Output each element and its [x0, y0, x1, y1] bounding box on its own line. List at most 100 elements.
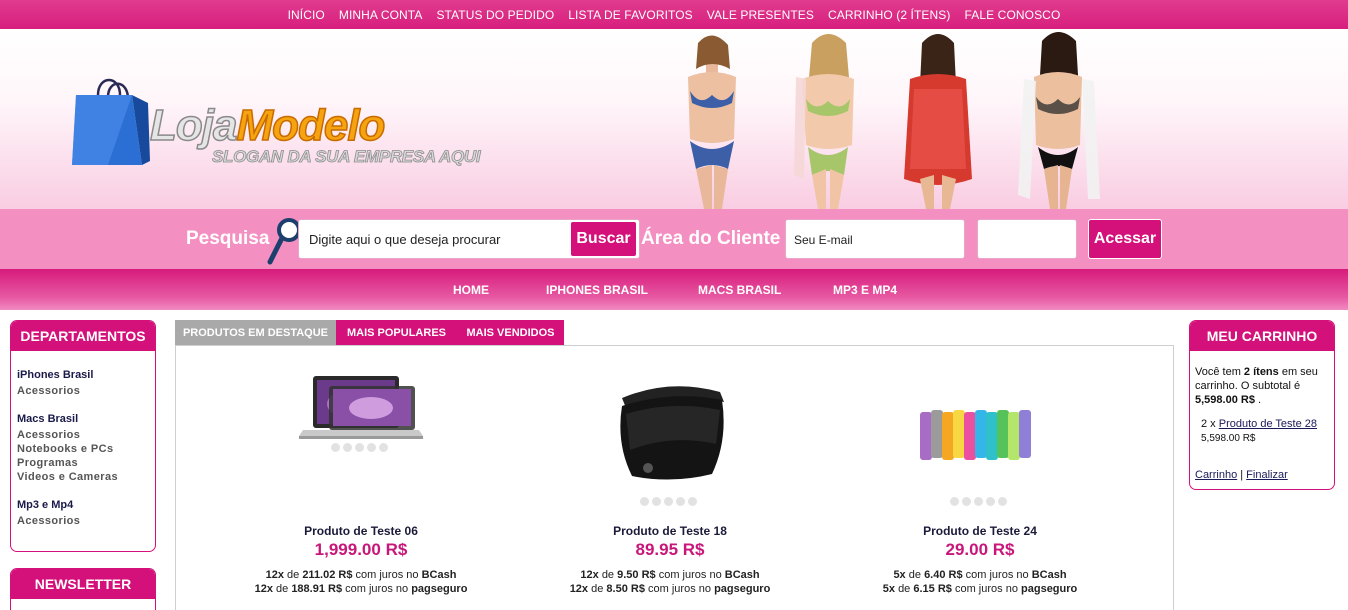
cart-item-link[interactable]: Produto de Teste 28: [1219, 418, 1317, 430]
top-nav-fale-conosco[interactable]: FALE CONOSCO: [958, 8, 1068, 22]
dept-macs-brasil[interactable]: Macs Brasil: [17, 413, 155, 425]
login-button[interactable]: Acessar: [1088, 219, 1162, 259]
sock-cases-image[interactable]: [920, 408, 1040, 462]
star-icon: [950, 497, 959, 506]
star-icon: [974, 497, 983, 506]
top-nav-vale-presentes[interactable]: VALE PRESENTES: [700, 8, 821, 22]
dept-sub-item[interactable]: Acessorios: [17, 428, 155, 442]
star-icon: [640, 497, 649, 506]
star-icon: [998, 497, 1007, 506]
dept-sub-item[interactable]: Acessorios: [17, 514, 155, 528]
menu-iphones-brasil[interactable]: IPHONES BRASIL: [546, 283, 648, 297]
logo-word-modelo: Modelo: [236, 100, 386, 151]
rating-stars: [331, 443, 388, 452]
product-name[interactable]: Produto de Teste 24: [860, 524, 1100, 538]
installment-line: 12x de 188.91 R$ com juros no pagseguro: [241, 582, 481, 596]
dept-sub-item[interactable]: Videos e Cameras: [17, 470, 155, 484]
dept-sub-item[interactable]: Programas: [17, 456, 155, 470]
search-placeholder: Digite aqui o que deseja procurar: [309, 232, 501, 247]
cart-count: 2 ítens: [1243, 366, 1279, 378]
product-name[interactable]: Produto de Teste 18: [550, 524, 790, 538]
email-placeholder: Seu E-mail: [794, 233, 853, 247]
cart-actions: Carrinho | Finalizar: [1195, 468, 1329, 482]
star-icon: [343, 443, 352, 452]
departments-panel: DEPARTAMENTOS iPhones Brasil Acessorios …: [10, 320, 156, 552]
model-figure: [904, 34, 972, 209]
cart-subtotal: 5,598.00 R$: [1195, 394, 1255, 406]
logo-word-loja: Loja: [149, 100, 238, 151]
inst-text: com juros no: [658, 569, 722, 581]
header-banner: LojaModelo SLOGAN DA SUA EMPRESA AQUI: [0, 29, 1348, 209]
shopping-bag-icon[interactable]: [70, 73, 150, 169]
inst-count: 12x: [254, 583, 273, 595]
inst-de: de: [276, 583, 289, 595]
laptop-image[interactable]: [299, 374, 423, 440]
tab-mais-vendidos[interactable]: MAIS VENDIDOS: [457, 320, 564, 345]
email-field[interactable]: Seu E-mail: [785, 219, 965, 259]
inst-de: de: [898, 583, 911, 595]
inst-value: 6.40 R$: [924, 569, 963, 581]
cart-item-qty: 2 x: [1201, 418, 1216, 430]
cart-text: Você tem: [1195, 366, 1241, 378]
newsletter-title: NEWSLETTER: [11, 569, 155, 603]
product-card: Produto de Teste 18 89.95 R$ 12x de 9.50…: [550, 346, 790, 610]
tab-mais-populares[interactable]: MAIS POPULARES: [336, 320, 457, 345]
logo[interactable]: LojaModelo: [149, 100, 386, 151]
star-icon: [652, 497, 661, 506]
installment-line: 12x de 8.50 R$ com juros no pagseguro: [550, 582, 790, 596]
inst-gateway: BCash: [724, 569, 760, 581]
top-nav-inicio[interactable]: INÍCIO: [281, 8, 332, 22]
inst-value: 211.02 R$: [302, 569, 353, 581]
cart-title: MEU CARRINHO: [1190, 321, 1334, 355]
product-price: 29.00 R$: [945, 540, 1015, 559]
bag-image[interactable]: [612, 384, 728, 484]
inst-text: com juros no: [954, 583, 1018, 595]
logo-slogan: SLOGAN DA SUA EMPRESA AQUI: [212, 147, 481, 167]
search-button[interactable]: Buscar: [570, 221, 637, 257]
page: INÍCIO MINHA CONTA STATUS DO PEDIDO LIST…: [0, 0, 1348, 610]
star-icon: [688, 497, 697, 506]
inst-gateway: pagseguro: [714, 583, 771, 595]
top-nav-minha-conta[interactable]: MINHA CONTA: [332, 8, 430, 22]
star-icon: [986, 497, 995, 506]
menu-macs-brasil[interactable]: MACS BRASIL: [698, 283, 781, 297]
tab-produtos-destaque[interactable]: PRODUTOS EM DESTAQUE: [175, 320, 336, 345]
checkout-link[interactable]: Finalizar: [1246, 469, 1288, 481]
installment-line: 5x de 6.15 R$ com juros no pagseguro: [860, 582, 1100, 596]
inst-count: 12x: [265, 569, 284, 581]
dept-sub-item[interactable]: Acessorios: [17, 384, 155, 398]
top-nav-favoritos[interactable]: LISTA DE FAVORITOS: [561, 8, 700, 22]
cart-dot: .: [1258, 394, 1262, 406]
departments-list: iPhones Brasil Acessorios Macs Brasil Ac…: [11, 355, 155, 528]
inst-count: 5x: [893, 569, 906, 581]
inst-value: 8.50 R$: [606, 583, 645, 595]
dept-sub-item[interactable]: Notebooks e PCs: [17, 442, 155, 456]
inst-gateway: pagseguro: [1021, 583, 1078, 595]
rating-stars: [950, 497, 1007, 506]
inst-de: de: [591, 583, 604, 595]
star-icon: [962, 497, 971, 506]
inst-text: com juros no: [965, 569, 1029, 581]
product-price: 1,999.00 R$: [314, 540, 408, 559]
password-field[interactable]: [977, 219, 1077, 259]
top-nav-carrinho[interactable]: CARRINHO (2 ÍTENS): [821, 8, 957, 22]
inst-value: 188.91 R$: [291, 583, 343, 595]
menu-mp3-mp4[interactable]: MP3 E MP4: [833, 283, 897, 297]
star-icon: [676, 497, 685, 506]
inst-text: com juros no: [648, 583, 711, 595]
inst-value: 6.15 R$: [913, 583, 952, 595]
menu-home[interactable]: HOME: [453, 283, 489, 297]
cart-summary-text: Você tem 2 ítens em seu carrinho. O subt…: [1195, 365, 1329, 407]
product-name[interactable]: Produto de Teste 06: [241, 524, 481, 538]
top-nav-status-pedido[interactable]: STATUS DO PEDIDO: [429, 8, 561, 22]
inst-value: 9.50 R$: [617, 569, 656, 581]
product-grid: Produto de Teste 06 1,999.00 R$ 12x de 2…: [175, 345, 1174, 610]
installment-line: 12x de 211.02 R$ com juros no BCash: [241, 568, 481, 582]
cart-item-price: 5,598.00 R$: [1201, 433, 1256, 444]
model-figure: [688, 35, 736, 209]
dept-mp3-mp4[interactable]: Mp3 e Mp4: [17, 499, 155, 511]
dept-iphones-brasil[interactable]: iPhones Brasil: [17, 369, 155, 381]
cart-link[interactable]: Carrinho: [1195, 469, 1237, 481]
model-figure: [794, 34, 854, 209]
product-card: Produto de Teste 24 29.00 R$ 5x de 6.40 …: [860, 346, 1100, 610]
